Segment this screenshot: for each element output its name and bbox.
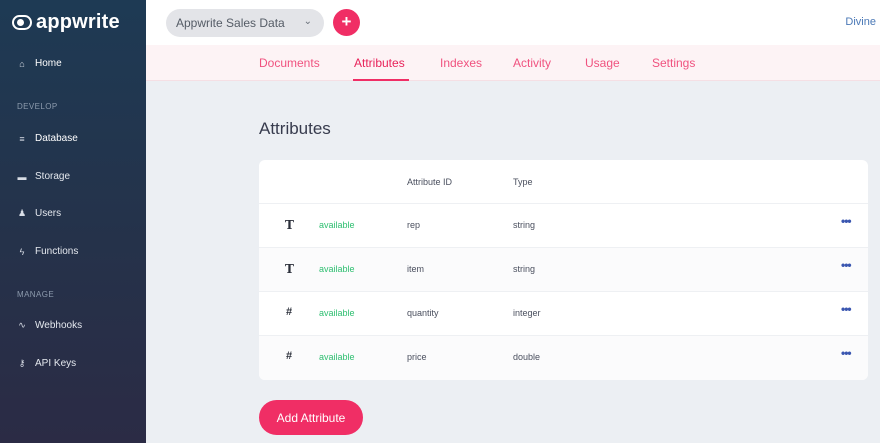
database-icon: ≡ — [19, 133, 25, 144]
top-bar: Appwrite Sales Data ⌄ + Divine — [146, 0, 880, 45]
more-options-icon[interactable]: ••• — [841, 346, 852, 360]
attribute-type: string — [513, 264, 536, 274]
attribute-id: price — [407, 352, 427, 362]
status-badge: available — [319, 352, 355, 362]
project-selector-value: Appwrite Sales Data — [176, 16, 285, 30]
tab-indexes[interactable]: Indexes — [440, 56, 482, 70]
tab-activity[interactable]: Activity — [513, 56, 551, 70]
add-attribute-button[interactable]: Add Attribute — [259, 400, 363, 435]
home-icon: ⌂ — [19, 58, 25, 69]
add-project-button[interactable]: + — [333, 9, 360, 36]
more-options-icon[interactable]: ••• — [841, 214, 852, 228]
sidebar-item-label: Webhooks — [35, 320, 83, 331]
project-selector[interactable]: Appwrite Sales Data ⌄ — [166, 9, 324, 37]
tab-documents[interactable]: Documents — [259, 56, 320, 70]
tab-bar: Documents Attributes Indexes Activity Us… — [146, 45, 880, 81]
sidebar-item-home[interactable]: ⌂ Home — [17, 58, 62, 69]
attribute-type: string — [513, 220, 536, 230]
user-menu[interactable]: Divine — [845, 16, 876, 28]
sidebar-item-label: Home — [35, 58, 62, 69]
sidebar-item-label: Users — [35, 208, 62, 219]
sidebar-item-label: Functions — [35, 246, 79, 257]
attribute-id: item — [407, 264, 425, 274]
sidebar-section-manage: MANAGE — [17, 290, 55, 299]
sidebar-item-api-keys[interactable]: ⚷ API Keys — [17, 358, 76, 369]
appwrite-logo[interactable]: appwrite — [12, 11, 120, 34]
tab-attributes[interactable]: Attributes — [354, 56, 405, 70]
sidebar-section-develop: DEVELOP — [17, 102, 58, 111]
status-badge: available — [319, 220, 355, 230]
page-title: Attributes — [259, 119, 331, 138]
column-header-attribute-id: Attribute ID — [407, 177, 453, 187]
logo-text: appwrite — [36, 11, 120, 33]
sidebar-item-label: Database — [35, 133, 78, 144]
sidebar-item-webhooks[interactable]: ∿ Webhooks — [17, 320, 82, 331]
sidebar: appwrite ⌂ Home DEVELOP ≡ Database ▬ Sto… — [0, 0, 146, 443]
sidebar-item-functions[interactable]: ϟ Functions — [17, 246, 79, 257]
sidebar-item-database[interactable]: ≡ Database — [17, 133, 78, 144]
chevron-down-icon: ⌄ — [303, 16, 312, 27]
text-type-icon: T — [285, 262, 294, 276]
status-badge: available — [319, 264, 355, 274]
text-type-icon: T — [285, 218, 294, 232]
more-options-icon[interactable]: ••• — [841, 258, 852, 272]
number-type-icon: # — [286, 306, 293, 318]
appwrite-logo-icon — [12, 15, 32, 30]
attribute-id: quantity — [407, 308, 439, 318]
sidebar-item-users[interactable]: ♟ Users — [17, 208, 61, 219]
attribute-type: integer — [513, 308, 541, 318]
status-badge: available — [319, 308, 355, 318]
key-icon: ⚷ — [18, 358, 26, 368]
table-row: T available rep string ••• — [259, 204, 868, 248]
users-icon: ♟ — [17, 208, 27, 218]
attribute-type: double — [513, 352, 541, 362]
column-header-type: Type — [513, 177, 533, 187]
active-tab-indicator — [353, 79, 409, 81]
table-row: # available quantity integer ••• — [259, 292, 868, 336]
more-options-icon[interactable]: ••• — [841, 302, 852, 316]
attributes-table: Attribute ID Type T available rep string… — [259, 160, 868, 380]
webhooks-icon: ∿ — [18, 320, 26, 330]
folder-icon: ▬ — [17, 171, 27, 182]
table-row: # available price double ••• — [259, 336, 868, 380]
table-row: T available item string ••• — [259, 248, 868, 292]
attribute-id: rep — [407, 220, 421, 230]
sidebar-item-label: Storage — [35, 171, 71, 182]
sidebar-item-label: API Keys — [35, 358, 77, 369]
sidebar-item-storage[interactable]: ▬ Storage — [17, 171, 71, 182]
bolt-icon: ϟ — [19, 246, 25, 257]
table-header: Attribute ID Type — [259, 160, 868, 204]
plus-icon: + — [341, 12, 352, 31]
tab-usage[interactable]: Usage — [585, 56, 620, 70]
number-type-icon: # — [286, 350, 293, 362]
tab-settings[interactable]: Settings — [652, 56, 695, 70]
